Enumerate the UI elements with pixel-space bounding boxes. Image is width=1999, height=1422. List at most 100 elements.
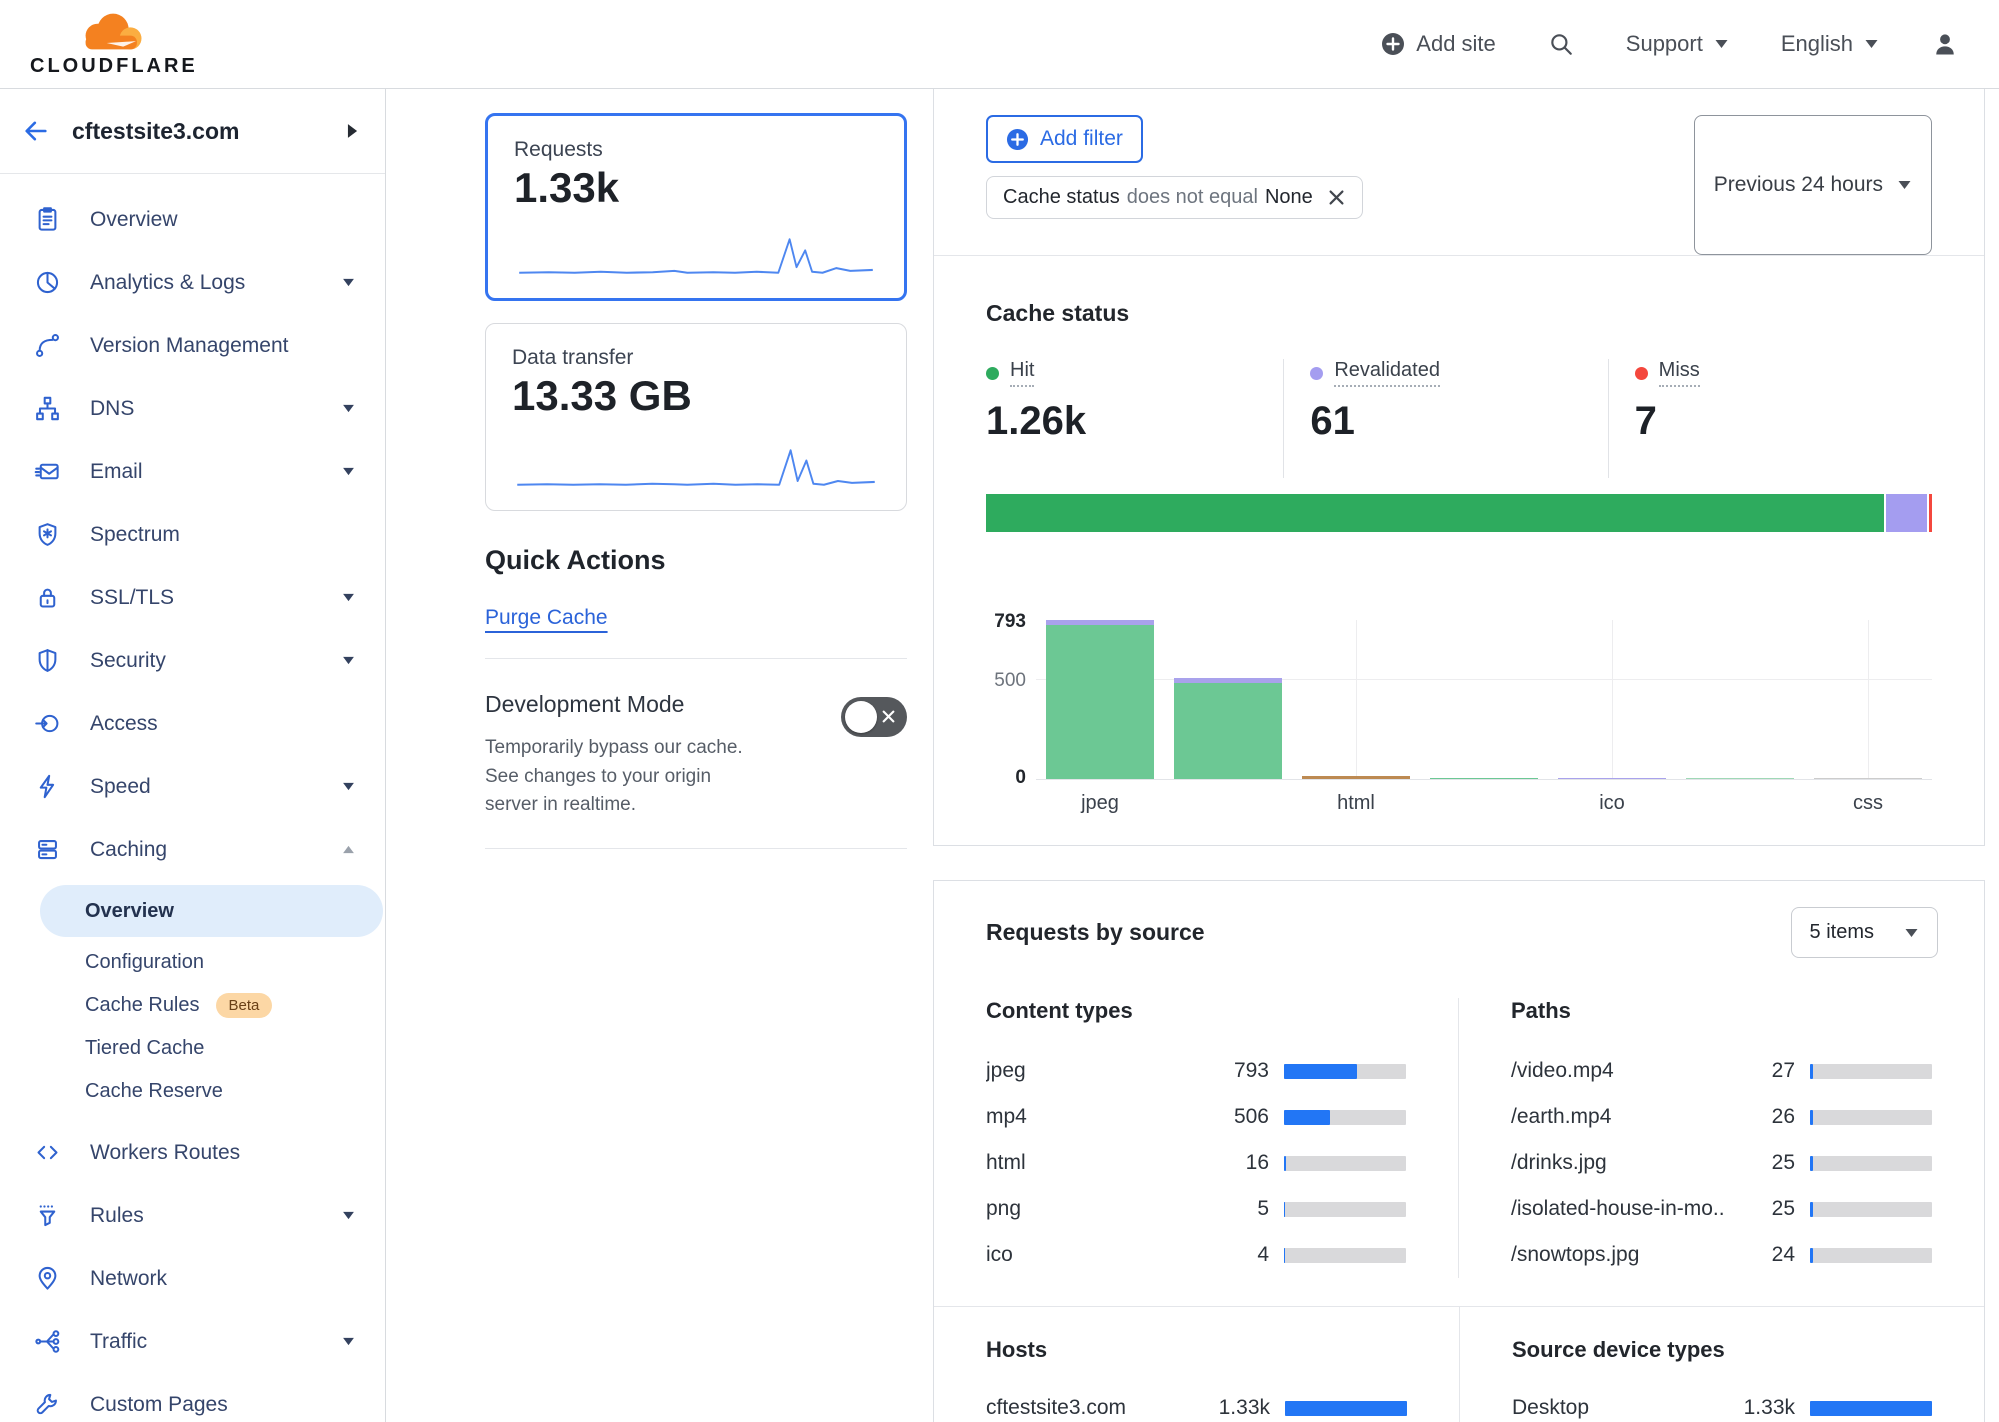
sidebar-item-speed[interactable]: Speed <box>0 755 385 818</box>
table-row: html16 <box>986 1140 1406 1186</box>
table-row: mp4506 <box>986 1094 1406 1140</box>
add-filter-button[interactable]: Add filter <box>986 115 1143 163</box>
support-menu[interactable]: Support <box>1626 31 1729 57</box>
bar-track <box>1810 1110 1932 1125</box>
chevron-up-icon <box>342 845 355 854</box>
sidebar-subitem-cache-reserve[interactable]: Cache Reserve <box>0 1070 385 1113</box>
sidebar-subitem-tiered-cache[interactable]: Tiered Cache <box>0 1027 385 1070</box>
filter-chip[interactable]: Cache status does not equal None <box>986 176 1363 219</box>
remove-filter-icon[interactable] <box>1327 188 1346 207</box>
filter-value: None <box>1265 186 1313 209</box>
table-row: /snowtops.jpg24 <box>1511 1232 1932 1278</box>
beta-badge: Beta <box>216 993 273 1018</box>
plot-area <box>1036 620 1932 780</box>
site-name: cftestsite3.com <box>72 118 239 145</box>
sidebar-subitem-cache-rules[interactable]: Cache Rules Beta <box>0 984 385 1027</box>
search-icon[interactable] <box>1548 31 1574 57</box>
chevron-down-icon <box>342 404 355 413</box>
development-mode-toggle[interactable] <box>841 697 907 737</box>
y-axis: 793 500 0 <box>986 620 1036 780</box>
cache-status-title: Cache status <box>986 300 1932 327</box>
sidebar-subitem-configuration[interactable]: Configuration <box>0 941 385 984</box>
server-stack-icon <box>32 836 62 863</box>
sidebar-item-ssl-tls[interactable]: SSL/TLS <box>0 566 385 629</box>
sidebar-item-dns[interactable]: DNS <box>0 377 385 440</box>
sidebar-item-version-management[interactable]: Version Management <box>0 314 385 377</box>
revalidated-label[interactable]: Revalidated <box>1334 359 1440 387</box>
table-row: /drinks.jpg25 <box>1511 1140 1932 1186</box>
sidebar-item-network[interactable]: Network <box>0 1247 385 1310</box>
sidebar-item-email[interactable]: Email <box>0 440 385 503</box>
funnel-icon <box>32 1202 62 1229</box>
miss-dot <box>1635 367 1648 380</box>
bar-track <box>1284 1202 1406 1217</box>
sidebar-item-workers-routes[interactable]: Workers Routes <box>0 1121 385 1184</box>
sidebar-item-caching[interactable]: Caching <box>0 818 385 881</box>
miss-stat: Miss 7 <box>1608 359 1932 478</box>
chevron-down-icon <box>342 593 355 602</box>
bar-track <box>1284 1064 1406 1079</box>
chevron-down-icon <box>1904 928 1919 938</box>
development-mode-row: Development Mode Temporarily bypass our … <box>485 691 907 820</box>
chevron-down-icon <box>1897 180 1912 190</box>
table-row: /earth.mp426 <box>1511 1094 1932 1140</box>
sidebar-item-spectrum[interactable]: Spectrum <box>0 503 385 566</box>
chevron-down-icon <box>1864 39 1879 49</box>
data-transfer-value: 13.33 GB <box>512 372 880 420</box>
caching-submenu: Overview Configuration Cache Rules Beta … <box>0 881 385 1121</box>
hit-label[interactable]: Hit <box>1010 359 1034 387</box>
data-transfer-label: Data transfer <box>512 346 880 370</box>
chevron-down-icon <box>342 278 355 287</box>
requests-value: 1.33k <box>514 164 878 212</box>
wrench-icon <box>32 1391 62 1418</box>
sidebar-item-analytics-logs[interactable]: Analytics & Logs <box>0 251 385 314</box>
development-mode-description: Temporarily bypass our cache. See change… <box>485 734 753 820</box>
sidebar-item-overview[interactable]: Overview <box>0 188 385 251</box>
bar-css <box>1814 620 1922 779</box>
table-row: /video.mp427 <box>1511 1048 1932 1094</box>
plus-circle-icon <box>1006 128 1029 151</box>
language-menu[interactable]: English <box>1781 31 1879 57</box>
bar-track <box>1284 1156 1406 1171</box>
chevron-down-icon <box>342 1337 355 1346</box>
requests-metric-card[interactable]: Requests 1.33k <box>485 113 907 301</box>
add-site-button[interactable]: Add site <box>1381 31 1496 57</box>
requests-by-source-panel: Requests by source 5 items Content types… <box>933 880 1985 1422</box>
back-arrow-icon[interactable] <box>22 117 50 145</box>
items-count-dropdown[interactable]: 5 items <box>1791 907 1938 958</box>
chevron-down-icon <box>342 782 355 791</box>
miss-segment <box>1927 494 1932 532</box>
share-branch-icon <box>32 1328 62 1355</box>
bar-track <box>1810 1248 1932 1263</box>
cloudflare-cloud-icon <box>66 10 162 54</box>
user-account-icon[interactable] <box>1931 30 1959 58</box>
filter-field: Cache status <box>1003 186 1120 209</box>
sidebar-item-custom-pages[interactable]: Custom Pages <box>0 1373 385 1422</box>
pie-chart-icon <box>32 269 62 296</box>
time-range-dropdown[interactable]: Previous 24 hours <box>1694 115 1932 255</box>
sidebar-item-traffic[interactable]: Traffic <box>0 1310 385 1373</box>
bar-mp4 <box>1174 620 1282 779</box>
sidebar-item-security[interactable]: Security <box>0 629 385 692</box>
table-row: ico4 <box>986 1232 1406 1278</box>
requests-label: Requests <box>514 138 878 162</box>
cloudflare-logo: CLOUDFLARE <box>30 10 198 78</box>
sidebar-subitem-caching-overview[interactable]: Overview <box>40 885 383 937</box>
data-transfer-metric-card[interactable]: Data transfer 13.33 GB <box>485 323 907 511</box>
sidebar-item-access[interactable]: Access <box>0 692 385 755</box>
purge-cache-link[interactable]: Purge Cache <box>485 606 608 630</box>
content-types-column: Content types jpeg793 mp4506 html16 png5… <box>934 998 1458 1278</box>
chevron-right-icon[interactable] <box>346 123 359 139</box>
top-nav: Add site Support English <box>1381 30 1959 58</box>
bar-track <box>1284 1248 1406 1263</box>
analytics-main: Add filter Cache status does not equal N… <box>933 89 1999 1422</box>
filter-bar: Add filter Cache status does not equal N… <box>934 89 1984 256</box>
revalidated-dot <box>1310 367 1323 380</box>
table-row: jpeg793 <box>986 1048 1406 1094</box>
requests-sparkline <box>514 230 878 282</box>
miss-label[interactable]: Miss <box>1659 359 1700 387</box>
bar-track <box>1810 1064 1932 1079</box>
sidebar-item-rules[interactable]: Rules <box>0 1184 385 1247</box>
quick-actions-title: Quick Actions <box>485 545 907 576</box>
shield-icon <box>32 647 62 674</box>
